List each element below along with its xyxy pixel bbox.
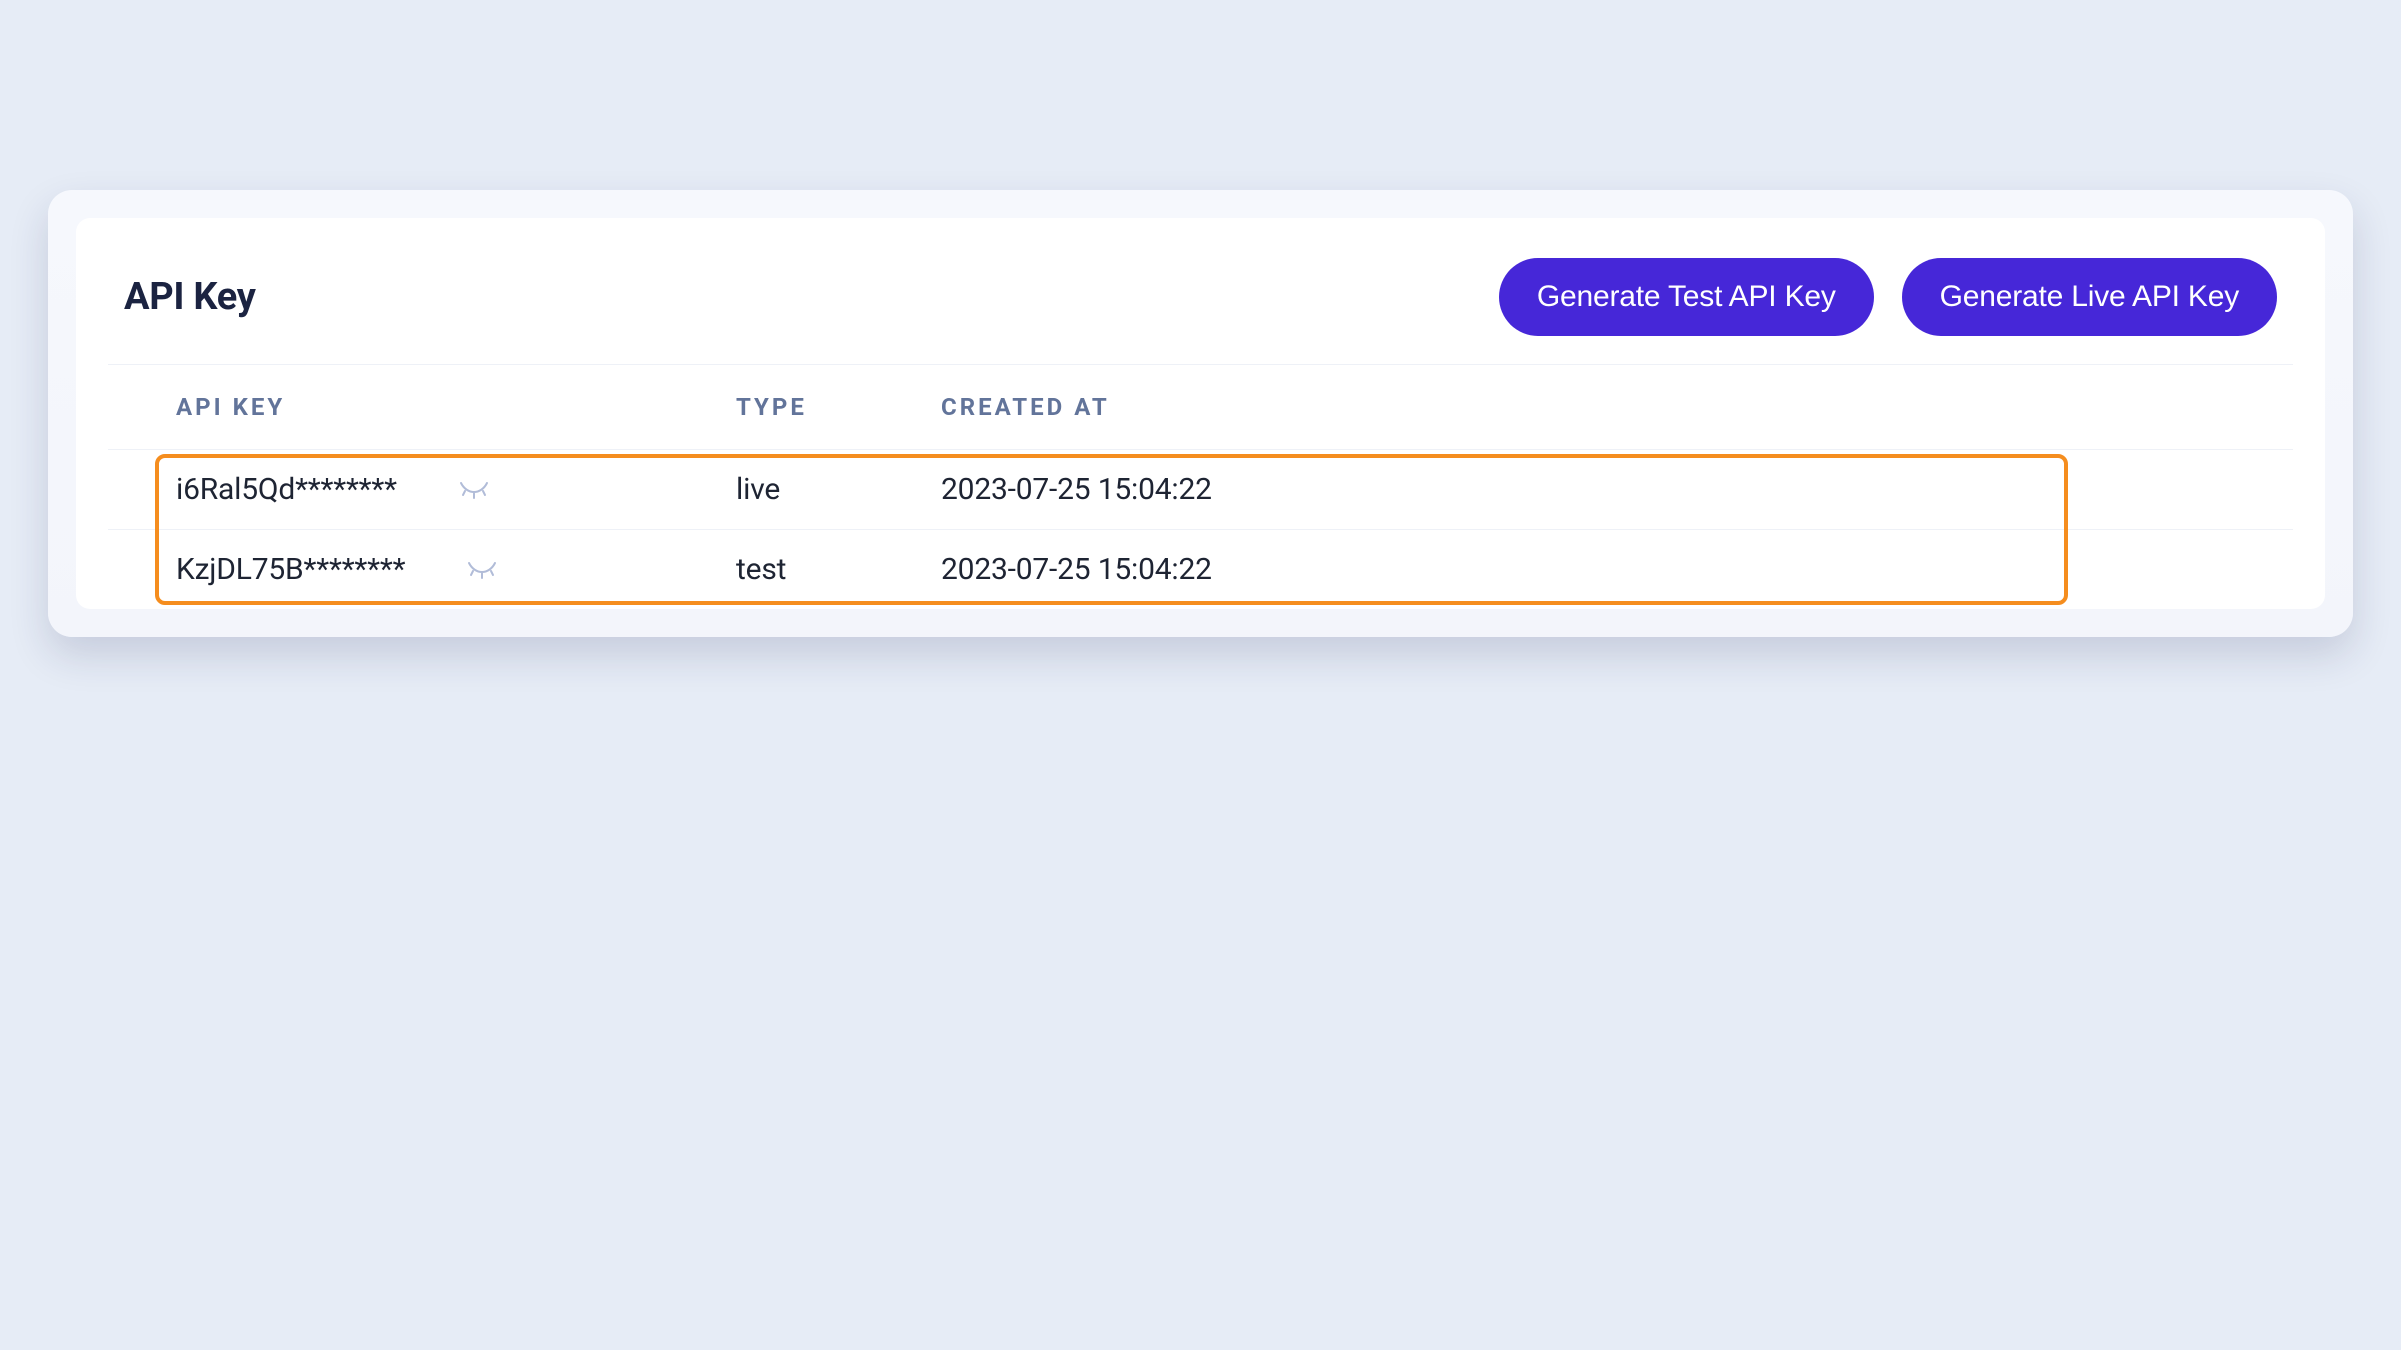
table-header-row: API KEY TYPE CREATED AT [108, 364, 2293, 450]
cell-api-key: i6Ral5Qd******** [176, 472, 736, 507]
table-body: i6Ral5Qd******** live 2023-07-25 15:04:2… [108, 450, 2293, 609]
reveal-key-icon[interactable] [465, 553, 499, 587]
column-header-type: TYPE [736, 393, 941, 421]
api-key-value: i6Ral5Qd******** [176, 472, 397, 507]
api-key-value: KzjDL75B******** [176, 552, 405, 587]
panel-title: API Key [124, 275, 256, 319]
generate-live-api-key-button[interactable]: Generate Live API Key [1902, 258, 2277, 336]
table-row: i6Ral5Qd******** live 2023-07-25 15:04:2… [108, 450, 2293, 530]
api-key-panel: API Key Generate Test API Key Generate L… [76, 218, 2325, 609]
reveal-key-icon[interactable] [457, 473, 491, 507]
api-key-table: API KEY TYPE CREATED AT i6Ral5Qd********… [108, 364, 2293, 609]
cell-type: test [736, 552, 941, 587]
generate-test-api-key-button[interactable]: Generate Test API Key [1499, 258, 1874, 336]
column-header-api-key: API KEY [176, 393, 736, 421]
cell-api-key: KzjDL75B******** [176, 552, 736, 587]
api-key-card: API Key Generate Test API Key Generate L… [48, 190, 2353, 637]
panel-header: API Key Generate Test API Key Generate L… [108, 258, 2293, 364]
cell-type: live [736, 472, 941, 507]
column-header-created-at: CREATED AT [941, 393, 2293, 421]
cell-created-at: 2023-07-25 15:04:22 [941, 472, 2293, 507]
cell-created-at: 2023-07-25 15:04:22 [941, 552, 2293, 587]
table-row: KzjDL75B******** test 2023-07-25 15:04:2… [108, 530, 2293, 609]
button-group: Generate Test API Key Generate Live API … [1499, 258, 2277, 336]
